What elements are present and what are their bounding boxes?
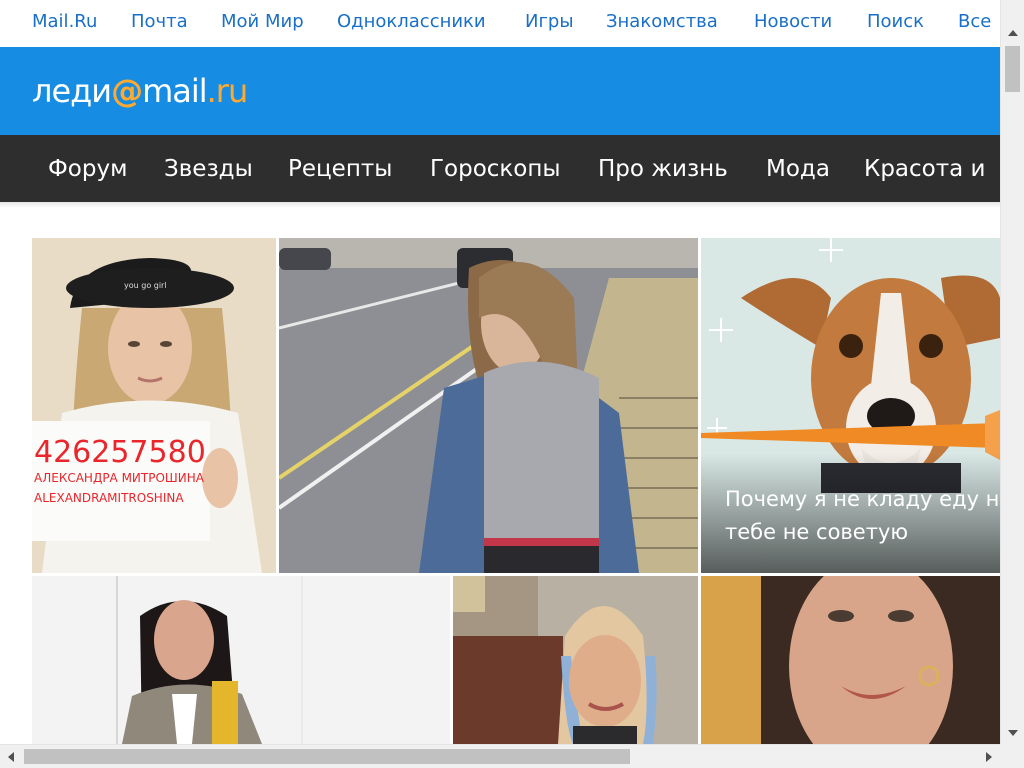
dog-caption-line1[interactable]: Почему я не кладу еду на (725, 483, 1000, 516)
portal-link-znakomstva[interactable]: Знакомства (606, 10, 718, 34)
nav-item-zvezdy[interactable]: Звезды (164, 155, 253, 183)
cap-text: you go girl (124, 281, 167, 290)
nav-item-recepty[interactable]: Рецепты (288, 155, 392, 183)
scrollbar-corner (1000, 744, 1024, 768)
lady-mail-logo[interactable]: леди@mail.ru (32, 72, 249, 110)
section-nav: Форум Звезды Рецепты Гороскопы Про жизнь… (0, 135, 1000, 202)
portal-link-pochta[interactable]: Почта (131, 10, 188, 34)
portal-link-mailru[interactable]: Mail.Ru (32, 10, 97, 34)
news-tile-braids[interactable] (453, 576, 698, 744)
portal-nav-bar: Mail.Ru Почта Мой Мир Одноклассники Игры… (0, 0, 1000, 47)
portal-link-moy-mir[interactable]: Мой Мир (221, 10, 304, 34)
portal-link-novosti[interactable]: Новости (754, 10, 832, 34)
news-tile-dog[interactable]: Почему я не кладу еду на тебе не советую (701, 238, 1000, 573)
brand-header: леди@mail.ru (0, 47, 1000, 135)
dog-caption-line2[interactable]: тебе не советую (725, 516, 908, 549)
chevron-down-icon[interactable] (1008, 730, 1018, 736)
logo-text-mail: mail (142, 72, 208, 110)
portal-link-poisk[interactable]: Поиск (867, 10, 924, 34)
nav-item-pro-zhizn[interactable]: Про жизнь (598, 155, 728, 183)
nav-item-krasota[interactable]: Красота и (864, 155, 986, 183)
sign-name-cyrillic: АЛЕКСАНДРА МИТРОШИНА (34, 471, 205, 485)
chevron-left-icon[interactable] (8, 752, 14, 762)
braids-photo (453, 576, 698, 744)
wall-photo (32, 576, 450, 744)
logo-text-ru: .ru (206, 72, 249, 110)
chevron-up-icon[interactable] (1008, 30, 1018, 36)
sign-name-latin: ALEXANDRAMITROSHINA (34, 491, 184, 505)
news-tile-wall[interactable] (32, 576, 450, 744)
portal-link-odnoklassniki[interactable]: Одноклассники (337, 10, 486, 34)
news-tile-sign[interactable]: you go girl 426257580 АЛЕКСАНДРА МИТРОШИ… (32, 238, 276, 573)
vertical-scroll-thumb[interactable] (1005, 46, 1020, 92)
vertical-scrollbar[interactable] (1000, 0, 1024, 744)
chevron-right-icon[interactable] (986, 752, 992, 762)
logo-text-at: @ (111, 72, 143, 110)
street-photo (279, 238, 698, 573)
page-viewport: Mail.Ru Почта Мой Мир Одноклассники Игры… (0, 0, 1000, 744)
nav-item-moda[interactable]: Мода (766, 155, 830, 183)
nav-item-goroskopy[interactable]: Гороскопы (430, 155, 561, 183)
nav-shadow (0, 202, 1000, 208)
sign-photo: you go girl 426257580 АЛЕКСАНДРА МИТРОШИ… (32, 238, 276, 573)
news-tile-portrait[interactable] (701, 576, 1000, 744)
portrait-photo (701, 576, 1000, 744)
logo-text-ledi: леди (32, 72, 112, 110)
news-tile-street[interactable] (279, 238, 698, 573)
horizontal-scroll-thumb[interactable] (24, 749, 630, 764)
sign-number: 426257580 (34, 435, 206, 470)
portal-link-igry[interactable]: Игры (525, 10, 574, 34)
horizontal-scrollbar[interactable] (0, 744, 1000, 768)
portal-link-vse[interactable]: Все (958, 10, 991, 34)
nav-item-forum[interactable]: Форум (48, 155, 127, 183)
